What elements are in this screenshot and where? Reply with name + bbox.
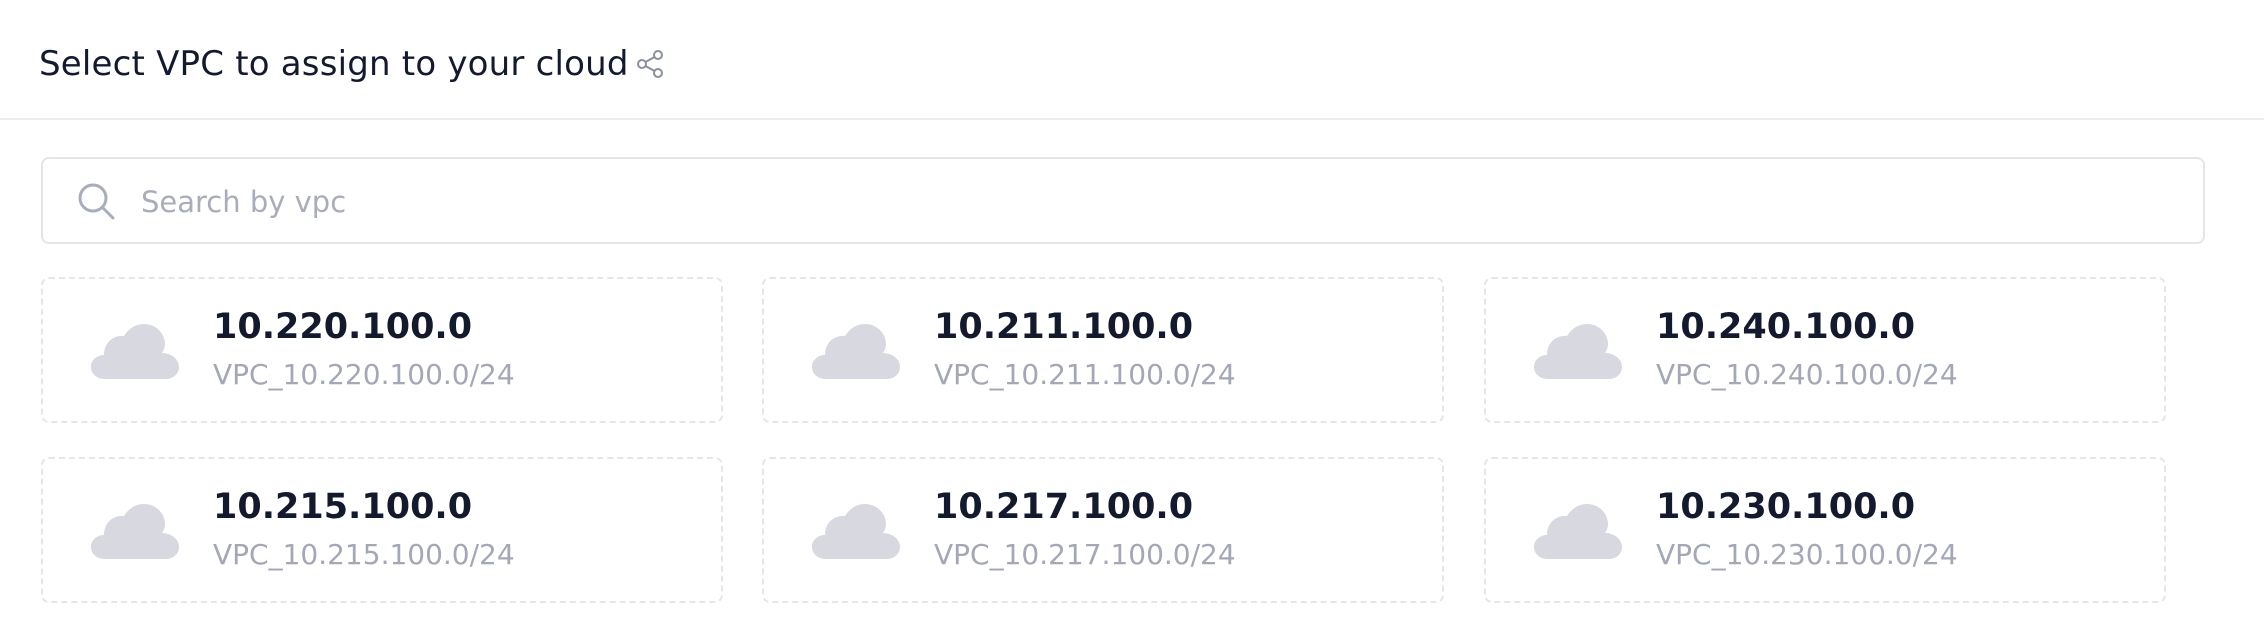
vpc-card[interactable]: 10.220.100.0 VPC_10.220.100.0/24 <box>41 277 723 423</box>
cloud-icon <box>812 504 900 559</box>
cloud-icon <box>91 324 179 379</box>
page-title: Select VPC to assign to your cloud <box>39 44 667 84</box>
cloud-icon <box>1534 504 1622 559</box>
page-header: Select VPC to assign to your cloud <box>0 0 2264 120</box>
vpc-name: VPC_10.217.100.0/24 <box>934 538 1236 571</box>
vpc-ip: 10.240.100.0 <box>1656 307 1916 347</box>
vpc-card[interactable]: 10.240.100.0 VPC_10.240.100.0/24 <box>1484 277 2166 423</box>
vpc-card[interactable]: 10.230.100.0 VPC_10.230.100.0/24 <box>1484 457 2166 603</box>
search-icon <box>78 183 115 220</box>
vpc-card[interactable]: 10.215.100.0 VPC_10.215.100.0/24 <box>41 457 723 603</box>
cloud-icon <box>91 504 179 559</box>
vpc-name: VPC_10.220.100.0/24 <box>213 358 515 391</box>
vpc-ip: 10.211.100.0 <box>934 307 1194 347</box>
search-box[interactable] <box>41 157 2205 244</box>
search-input[interactable] <box>139 174 2143 230</box>
vpc-card[interactable]: 10.211.100.0 VPC_10.211.100.0/24 <box>762 277 1444 423</box>
vpc-card[interactable]: 10.217.100.0 VPC_10.217.100.0/24 <box>762 457 1444 603</box>
vpc-name: VPC_10.240.100.0/24 <box>1656 358 1958 391</box>
vpc-name: VPC_10.215.100.0/24 <box>213 538 515 571</box>
share-icon[interactable] <box>633 47 667 81</box>
vpc-ip: 10.217.100.0 <box>934 487 1194 527</box>
cloud-icon <box>812 324 900 379</box>
vpc-ip: 10.220.100.0 <box>213 307 473 347</box>
vpc-ip: 10.215.100.0 <box>213 487 473 527</box>
vpc-ip: 10.230.100.0 <box>1656 487 1916 527</box>
cloud-icon <box>1534 324 1622 379</box>
page-title-text: Select VPC to assign to your cloud <box>39 44 629 84</box>
vpc-name: VPC_10.230.100.0/24 <box>1656 538 1958 571</box>
vpc-name: VPC_10.211.100.0/24 <box>934 358 1236 391</box>
